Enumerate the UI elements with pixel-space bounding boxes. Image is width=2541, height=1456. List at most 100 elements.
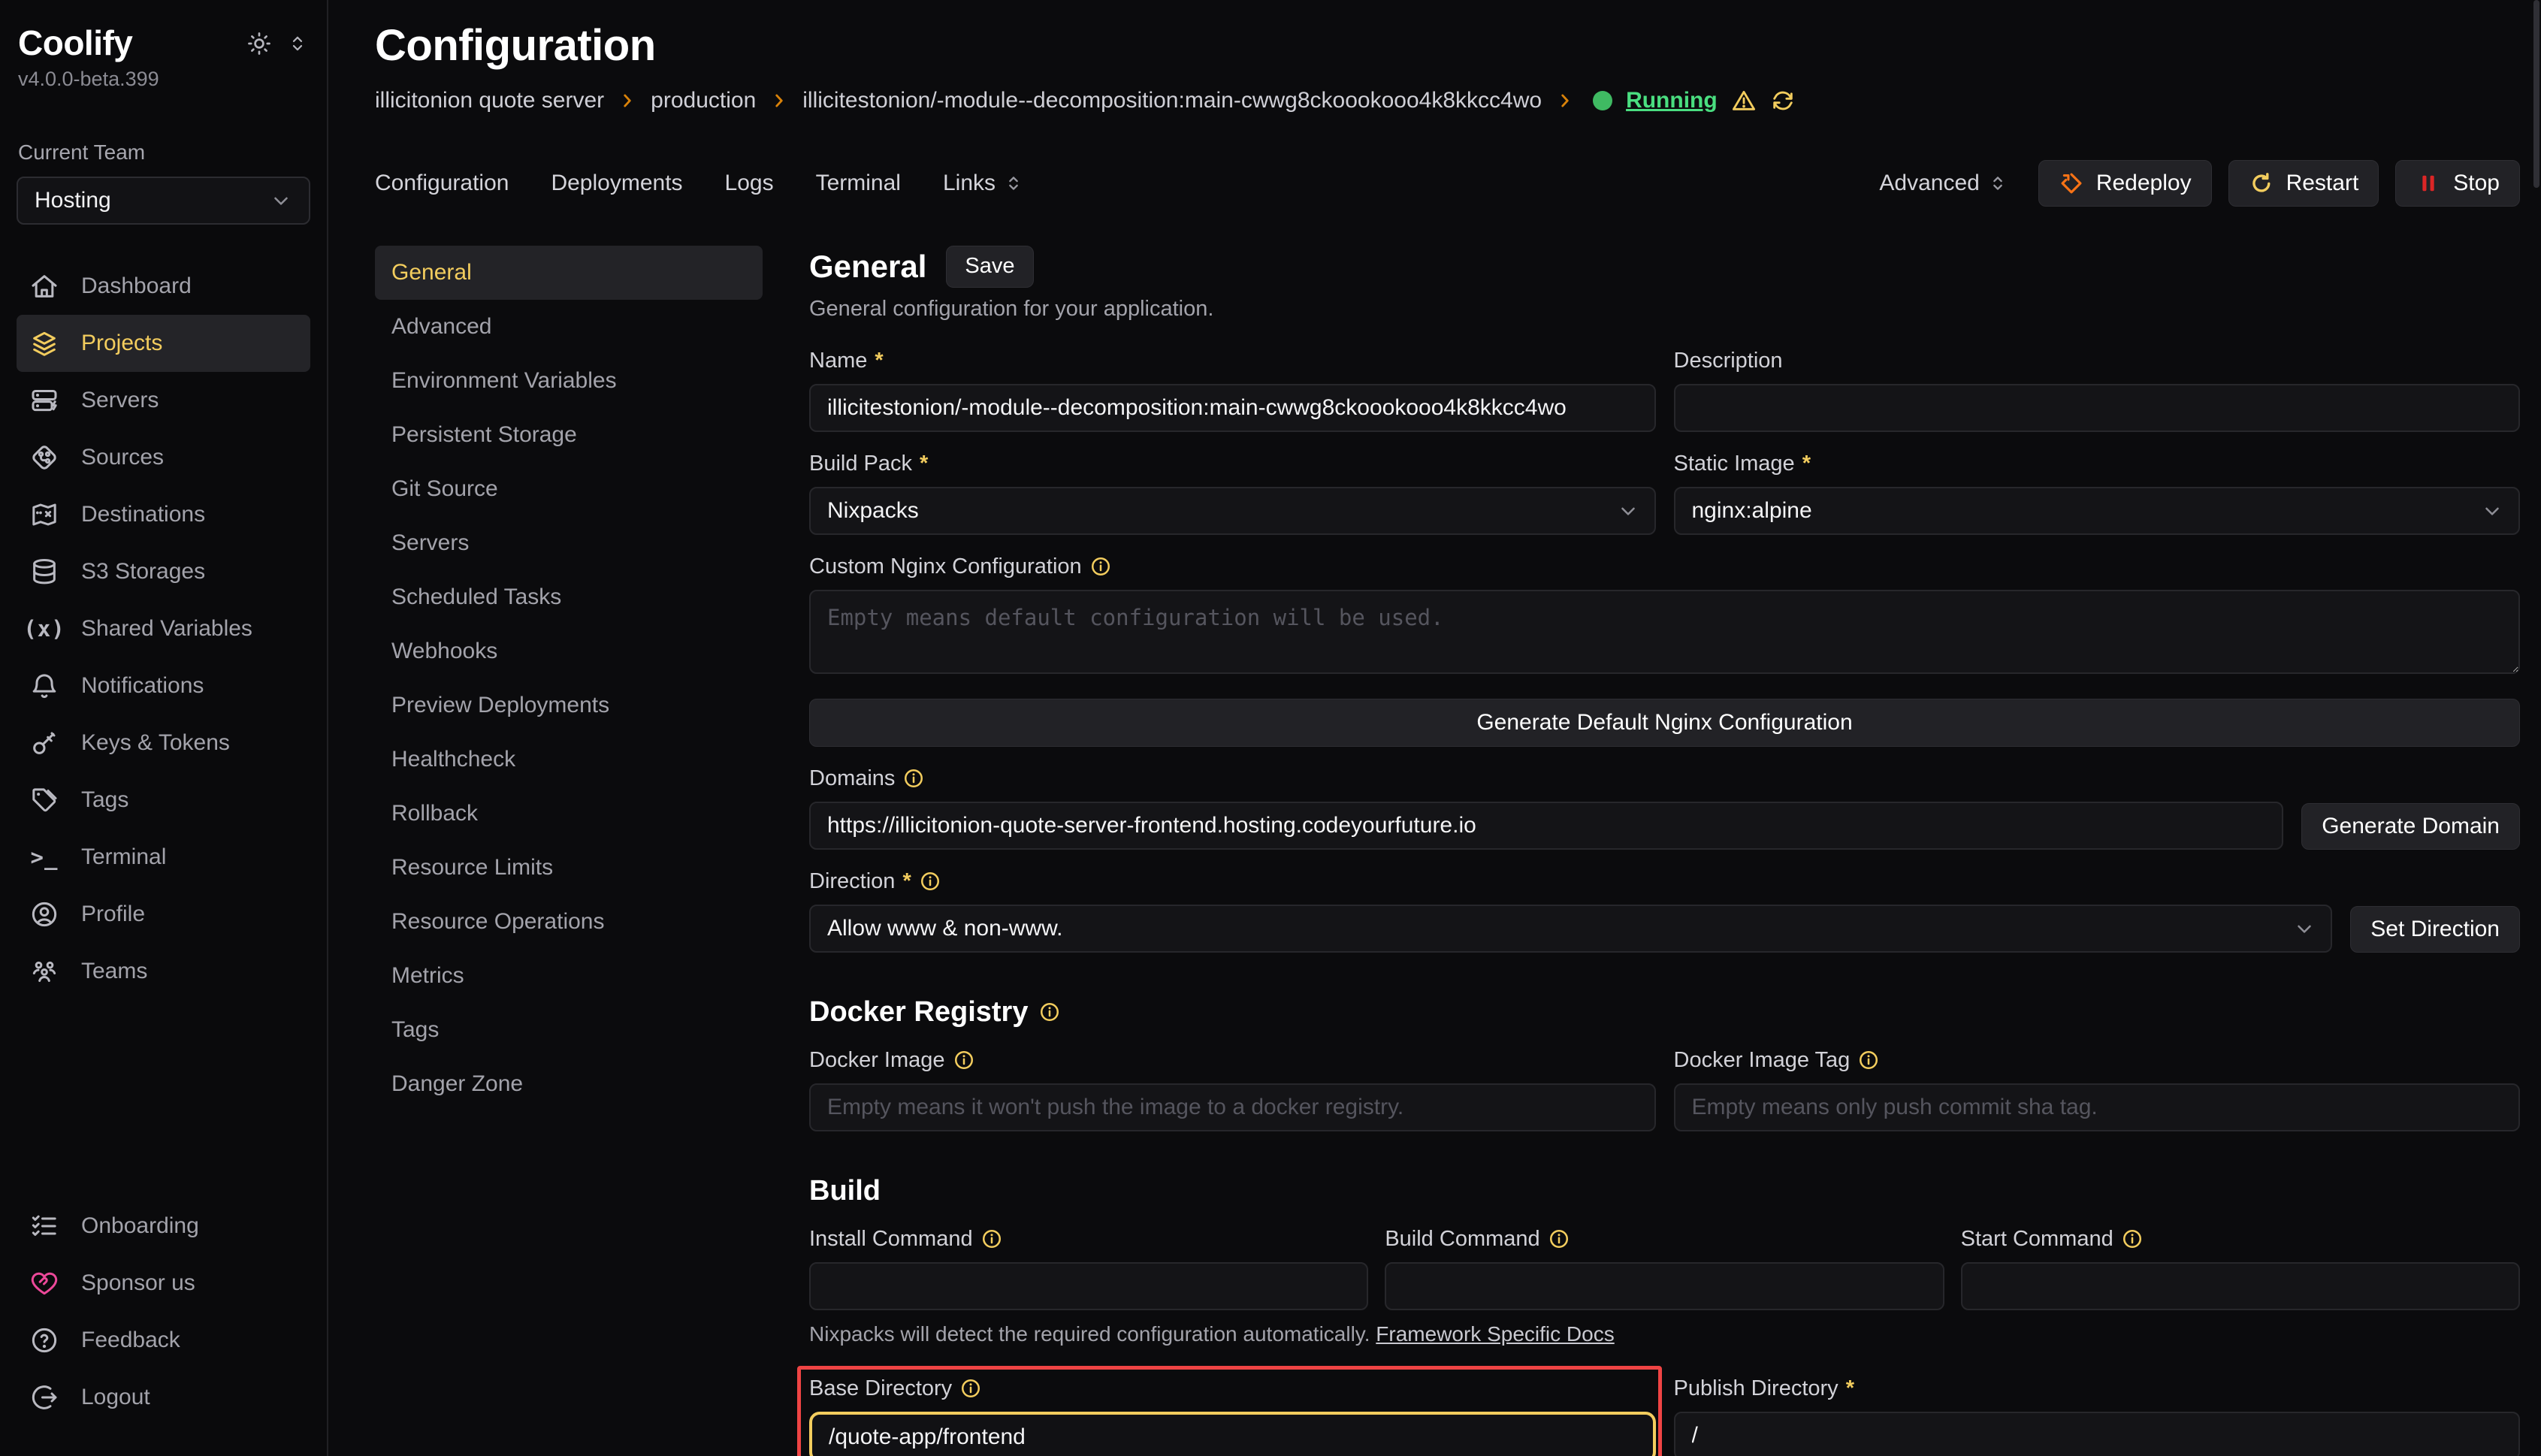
bell-icon xyxy=(29,670,60,702)
subnav-webhooks[interactable]: Webhooks xyxy=(375,624,763,678)
sidebar-item-projects[interactable]: Projects xyxy=(17,315,310,372)
sidebar-item-destinations[interactable]: Destinations xyxy=(17,486,310,543)
sidebar-item-profile[interactable]: Profile xyxy=(17,886,310,943)
logout-icon xyxy=(29,1382,60,1413)
install-command-label: Install Command xyxy=(809,1227,973,1252)
info-icon[interactable] xyxy=(2121,1228,2144,1250)
redeploy-icon xyxy=(2059,171,2084,196)
tab-logs[interactable]: Logs xyxy=(725,171,774,196)
subnav-environment-variables[interactable]: Environment Variables xyxy=(375,354,763,408)
info-icon[interactable] xyxy=(1089,555,1112,578)
generate-domain-button[interactable]: Generate Domain xyxy=(2301,803,2520,850)
advanced-dropdown[interactable]: Advanced xyxy=(1879,171,2008,196)
subnav-tags[interactable]: Tags xyxy=(375,1003,763,1057)
status-dot xyxy=(1593,91,1612,110)
sidebar-item-s3-storages[interactable]: S3 Storages xyxy=(17,543,310,600)
tab-bar: Configuration Deployments Logs Terminal … xyxy=(375,160,2520,207)
sidebar-item-shared-variables[interactable]: (x) Shared Variables xyxy=(17,600,310,657)
restart-button[interactable]: Restart xyxy=(2228,160,2379,207)
breadcrumb-environment[interactable]: production xyxy=(651,88,756,113)
info-icon[interactable] xyxy=(1548,1228,1570,1250)
subnav-preview-deployments[interactable]: Preview Deployments xyxy=(375,678,763,733)
info-icon[interactable] xyxy=(902,767,925,790)
subnav-persistent-storage[interactable]: Persistent Storage xyxy=(375,408,763,462)
save-button[interactable]: Save xyxy=(946,246,1033,288)
scrollbar-thumb[interactable] xyxy=(2533,0,2539,188)
publish-directory-input[interactable] xyxy=(1674,1412,2521,1456)
docker-image-tag-input[interactable] xyxy=(1674,1083,2521,1131)
generate-nginx-button[interactable]: Generate Default Nginx Configuration xyxy=(809,699,2520,747)
coolify-logo[interactable]: Coolify xyxy=(18,23,132,63)
subnav-resource-operations[interactable]: Resource Operations xyxy=(375,895,763,949)
start-command-input[interactable] xyxy=(1961,1262,2520,1310)
subnav-healthcheck[interactable]: Healthcheck xyxy=(375,733,763,787)
info-icon[interactable] xyxy=(980,1228,1003,1250)
stop-button[interactable]: Stop xyxy=(2395,160,2520,207)
tab-deployments[interactable]: Deployments xyxy=(551,171,682,196)
theme-sun-icon[interactable] xyxy=(246,30,273,57)
sidebar-item-teams[interactable]: Teams xyxy=(17,943,310,1000)
tab-configuration[interactable]: Configuration xyxy=(375,171,509,196)
sidebar-item-feedback[interactable]: Feedback xyxy=(17,1312,310,1369)
sidebar-item-keys-tokens[interactable]: Keys & Tokens xyxy=(17,714,310,772)
domains-input[interactable] xyxy=(809,802,2283,850)
links-selector-chevrons-icon xyxy=(1003,173,1024,194)
section-title-general: General xyxy=(809,249,926,285)
name-input[interactable] xyxy=(809,384,1656,432)
redeploy-button[interactable]: Redeploy xyxy=(2038,160,2212,207)
subnav-rollback[interactable]: Rollback xyxy=(375,787,763,841)
sidebar-item-sources[interactable]: Sources xyxy=(17,429,310,486)
build-pack-select[interactable]: Nixpacks xyxy=(809,487,1656,535)
base-directory-input[interactable] xyxy=(809,1412,1656,1456)
sidebar-item-sponsor-us[interactable]: Sponsor us xyxy=(17,1255,310,1312)
refresh-icon[interactable] xyxy=(1770,88,1796,113)
restart-icon xyxy=(2249,171,2274,196)
info-icon[interactable] xyxy=(919,870,941,893)
app-version: v4.0.0-beta.399 xyxy=(18,68,309,91)
variables-icon: (x) xyxy=(29,613,60,645)
sidebar-item-logout[interactable]: Logout xyxy=(17,1369,310,1426)
subnav-servers[interactable]: Servers xyxy=(375,516,763,570)
theme-selector-chevrons-icon[interactable] xyxy=(286,32,309,55)
tab-terminal[interactable]: Terminal xyxy=(816,171,901,196)
breadcrumb-application[interactable]: illicitestonion/-module--decomposition:m… xyxy=(802,88,1542,113)
section-subtitle: General configuration for your applicati… xyxy=(809,297,2520,322)
subnav-metrics[interactable]: Metrics xyxy=(375,949,763,1003)
sidebar-item-notifications[interactable]: Notifications xyxy=(17,657,310,714)
subnav-danger-zone[interactable]: Danger Zone xyxy=(375,1057,763,1111)
install-command-input[interactable] xyxy=(809,1262,1368,1310)
sidebar-item-onboarding[interactable]: Onboarding xyxy=(17,1198,310,1255)
chevron-down-icon xyxy=(2293,917,2316,940)
sidebar-nav: Dashboard Projects Servers Sources Desti… xyxy=(17,258,310,1000)
breadcrumb-project[interactable]: illicitonion quote server xyxy=(375,88,604,113)
set-direction-button[interactable]: Set Direction xyxy=(2350,906,2520,953)
subnav-git-source[interactable]: Git Source xyxy=(375,462,763,516)
sidebar-item-dashboard[interactable]: Dashboard xyxy=(17,258,310,315)
team-select[interactable]: Hosting xyxy=(17,177,310,225)
sidebar-item-tags[interactable]: Tags xyxy=(17,772,310,829)
info-icon[interactable] xyxy=(959,1377,982,1400)
nginx-config-textarea[interactable] xyxy=(809,590,2520,674)
info-icon[interactable] xyxy=(953,1049,975,1071)
subnav-resource-limits[interactable]: Resource Limits xyxy=(375,841,763,895)
info-icon[interactable] xyxy=(1038,1001,1061,1023)
info-icon[interactable] xyxy=(1857,1049,1880,1071)
tab-links[interactable]: Links xyxy=(943,171,1024,196)
sidebar-item-servers[interactable]: Servers xyxy=(17,372,310,429)
breadcrumb: illicitonion quote server production ill… xyxy=(375,88,2520,113)
subnav-general[interactable]: General xyxy=(375,246,763,300)
sidebar-item-terminal[interactable]: >_ Terminal xyxy=(17,829,310,886)
build-command-input[interactable] xyxy=(1385,1262,1944,1310)
start-command-label: Start Command xyxy=(1961,1227,2113,1252)
description-input[interactable] xyxy=(1674,384,2521,432)
status-link[interactable]: Running xyxy=(1626,88,1718,113)
static-image-select[interactable]: nginx:alpine xyxy=(1674,487,2521,535)
checklist-icon xyxy=(29,1210,60,1242)
framework-docs-link[interactable]: Framework Specific Docs xyxy=(1376,1322,1614,1346)
direction-select[interactable]: Allow www & non-www. xyxy=(809,905,2332,953)
warning-triangle-icon[interactable] xyxy=(1731,88,1757,113)
docker-image-label: Docker Image xyxy=(809,1048,945,1073)
docker-image-input[interactable] xyxy=(809,1083,1656,1131)
subnav-scheduled-tasks[interactable]: Scheduled Tasks xyxy=(375,570,763,624)
subnav-advanced[interactable]: Advanced xyxy=(375,300,763,354)
